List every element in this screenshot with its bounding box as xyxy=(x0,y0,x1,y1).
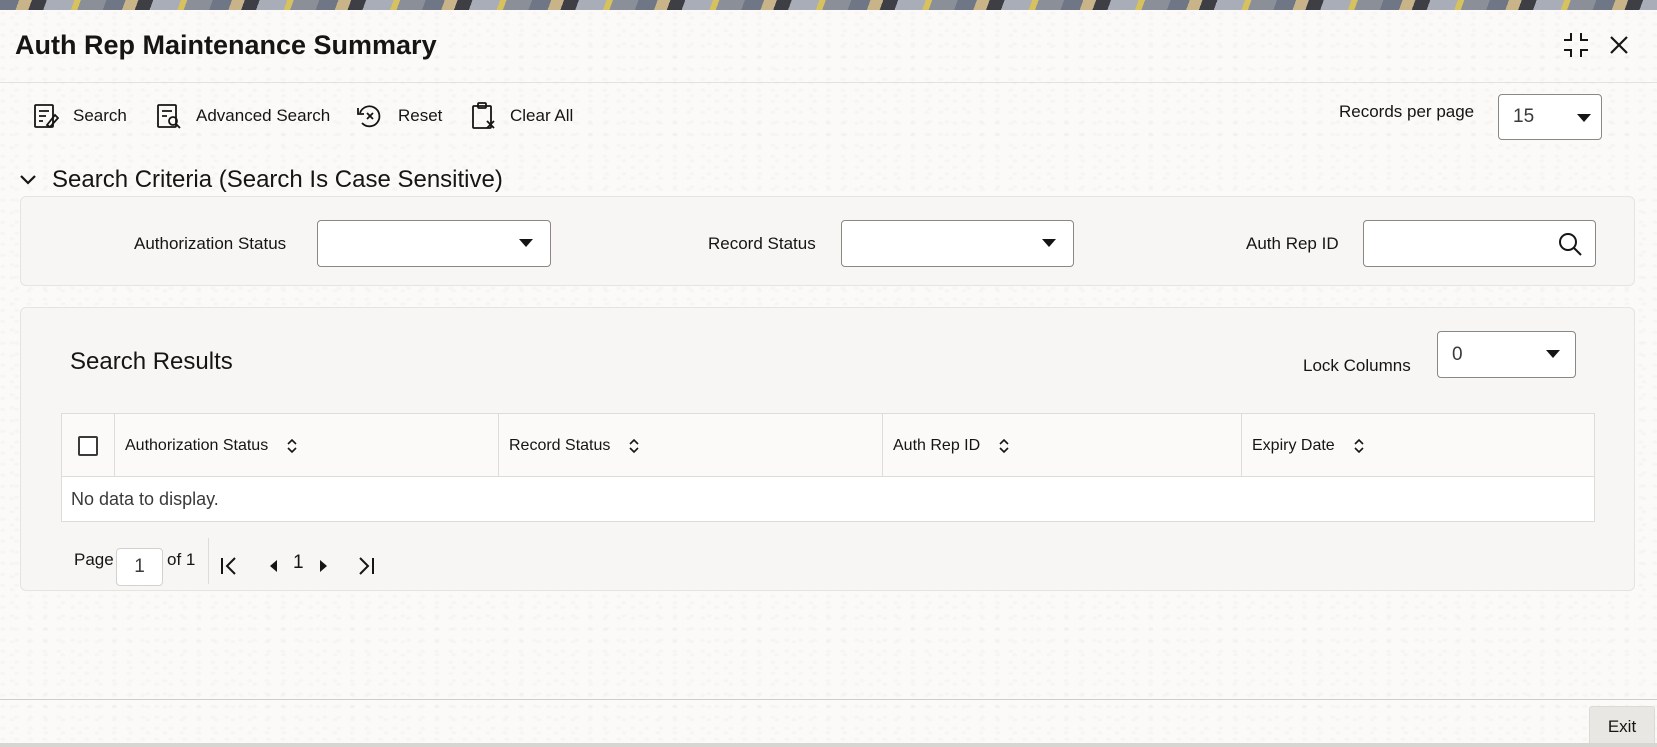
chevron-down-icon xyxy=(1546,350,1560,358)
clear-all-button[interactable]: Clear All xyxy=(470,98,573,134)
sort-icon xyxy=(1354,438,1364,453)
sort-icon xyxy=(287,438,297,453)
records-per-page-label: Records per page xyxy=(1339,102,1475,121)
column-header-auth-rep-id[interactable]: Auth Rep ID xyxy=(882,414,1241,477)
page-label: Page xyxy=(74,550,114,569)
authorization-status-select[interactable] xyxy=(317,220,551,267)
search-criteria-title: Search Criteria (Search Is Case Sensitiv… xyxy=(52,166,503,193)
advanced-search-button-label: Advanced Search xyxy=(196,106,331,125)
search-button[interactable]: Search xyxy=(33,98,127,134)
column-header-authorization-status[interactable]: Authorization Status xyxy=(114,414,498,477)
reset-button-label: Reset xyxy=(398,106,443,125)
sort-icon xyxy=(629,438,639,453)
close-icon xyxy=(1610,36,1628,54)
previous-page-button[interactable] xyxy=(262,554,284,578)
page-title: Auth Rep Maintenance Summary xyxy=(15,30,437,60)
summary-window: Auth Rep Maintenance Summary Search Adva… xyxy=(0,10,1657,747)
auth-rep-id-field xyxy=(1363,220,1596,267)
advanced-search-icon xyxy=(157,104,181,129)
column-header-record-status[interactable]: Record Status xyxy=(498,414,882,477)
title-divider xyxy=(0,82,1657,83)
lock-columns-label: Lock Columns xyxy=(1303,356,1411,375)
lock-columns-value: 0 xyxy=(1452,343,1463,365)
last-page-icon xyxy=(359,557,374,575)
next-page-icon xyxy=(320,560,327,572)
previous-page-icon xyxy=(270,560,277,572)
reset-button[interactable]: Reset xyxy=(356,98,442,134)
background-banner xyxy=(0,0,1657,10)
footer-divider xyxy=(0,699,1657,700)
records-per-page-value: 15 xyxy=(1513,106,1535,127)
pagination-divider xyxy=(208,538,209,584)
minimize-button[interactable] xyxy=(1559,28,1593,62)
chevron-down-icon xyxy=(20,175,36,185)
chevron-down-icon xyxy=(1577,114,1591,122)
bottom-border xyxy=(0,743,1657,747)
first-page-button[interactable] xyxy=(218,554,240,578)
search-results-title: Search Results xyxy=(70,348,233,375)
last-page-button[interactable] xyxy=(355,554,377,578)
search-icon[interactable] xyxy=(1557,231,1583,262)
exit-button[interactable]: Exit xyxy=(1589,706,1655,747)
auth-rep-id-input[interactable] xyxy=(1364,221,1534,266)
clipboard-clear-icon xyxy=(472,102,495,129)
search-form-icon xyxy=(34,104,59,129)
auth-rep-id-label: Auth Rep ID xyxy=(1246,234,1339,253)
empty-message: No data to display. xyxy=(71,489,219,509)
records-per-page-select[interactable]: 15 xyxy=(1498,94,1602,140)
sort-icon xyxy=(999,438,1009,453)
collapse-icon xyxy=(1564,33,1588,57)
first-page-icon xyxy=(221,557,236,575)
authorization-status-label: Authorization Status xyxy=(134,234,287,253)
chevron-down-icon xyxy=(519,239,533,247)
close-button[interactable] xyxy=(1602,28,1636,62)
advanced-search-button[interactable]: Advanced Search xyxy=(156,98,330,134)
table-header: Authorization Status Record Status Auth … xyxy=(62,414,1594,477)
reset-icon xyxy=(357,105,381,128)
column-header-expiry-date[interactable]: Expiry Date xyxy=(1241,414,1594,477)
current-page-input[interactable]: 1 xyxy=(116,548,163,586)
record-status-select[interactable] xyxy=(841,220,1074,267)
next-page-button[interactable] xyxy=(313,554,335,578)
record-status-label: Record Status xyxy=(708,234,816,253)
select-all-checkbox[interactable] xyxy=(78,436,98,456)
search-criteria-panel: Authorization Status Record Status Auth … xyxy=(20,196,1635,286)
lock-columns-select[interactable]: 0 xyxy=(1437,331,1576,378)
results-table: Authorization Status Record Status Auth … xyxy=(61,413,1595,522)
page-count-label: of 1 xyxy=(167,550,196,569)
clear-all-button-label: Clear All xyxy=(510,106,574,125)
search-button-label: Search xyxy=(73,106,127,125)
search-criteria-toggle[interactable]: Search Criteria (Search Is Case Sensitiv… xyxy=(18,166,503,194)
chevron-down-icon xyxy=(1042,239,1056,247)
page-number[interactable]: 1 xyxy=(293,552,304,574)
